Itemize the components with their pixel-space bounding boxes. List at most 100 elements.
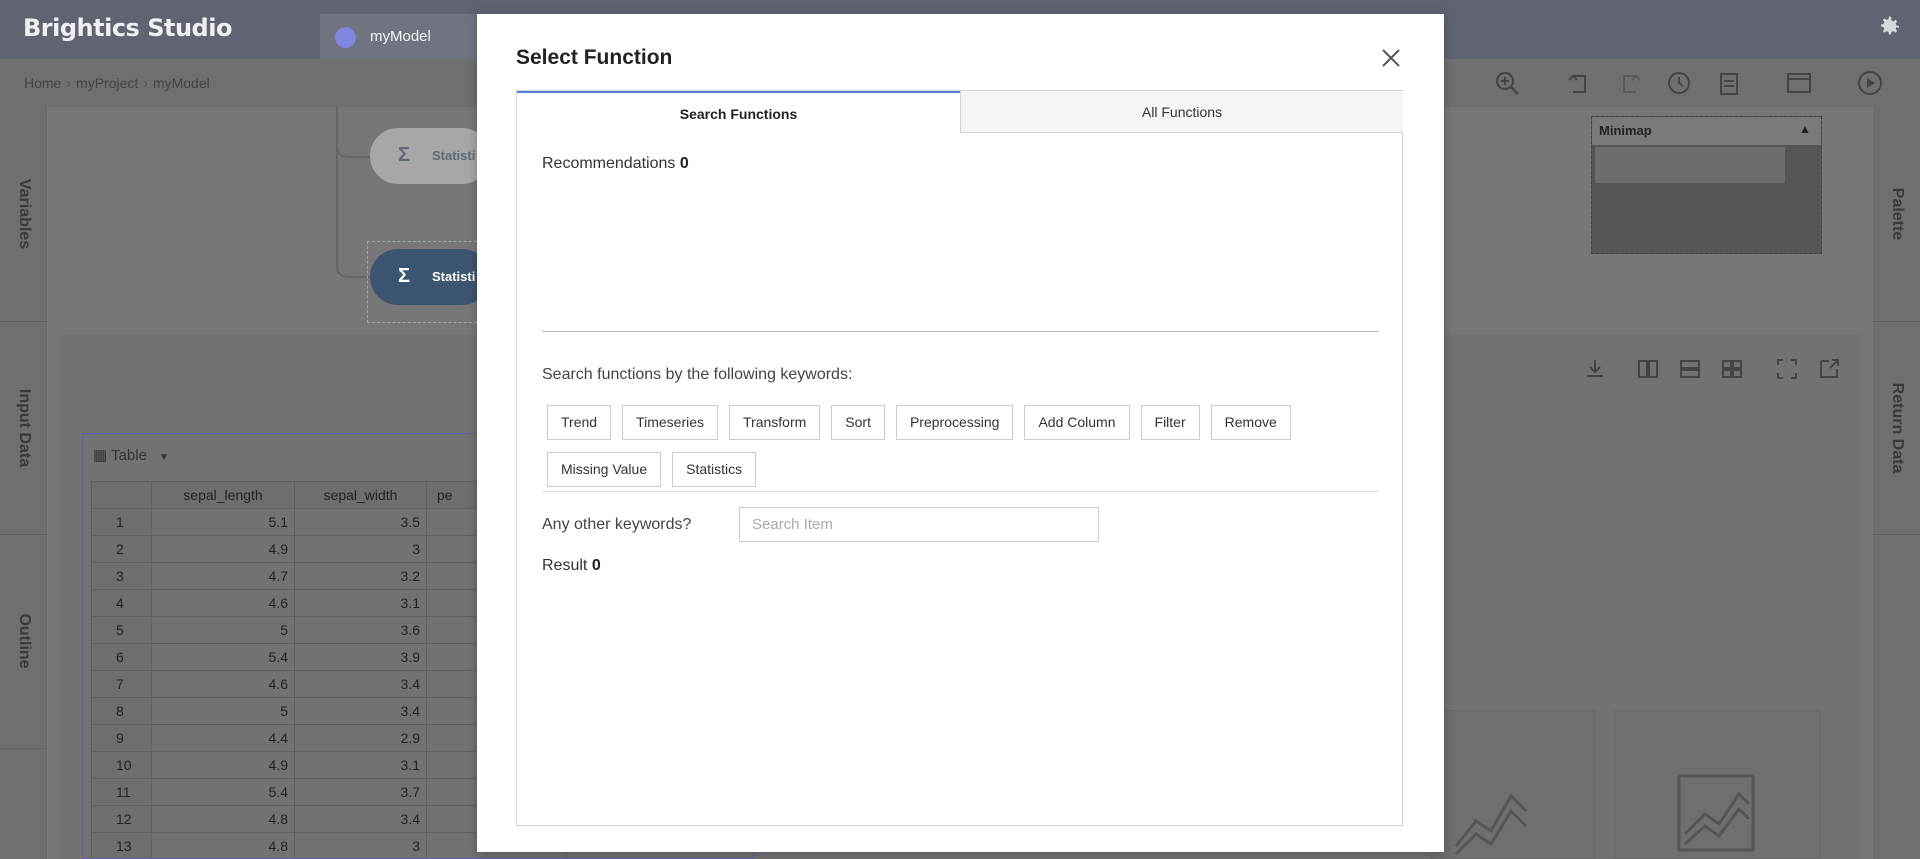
keyword-chip-trend[interactable]: Trend bbox=[547, 405, 612, 440]
table-cell: 3.6 bbox=[294, 616, 427, 644]
table-cell: 5.4 bbox=[151, 778, 295, 806]
line-chart-icon bbox=[1677, 774, 1755, 852]
table-cell: 3.1 bbox=[294, 589, 427, 617]
redo-icon[interactable] bbox=[1615, 68, 1645, 98]
dialog-title: Select Function bbox=[516, 46, 673, 69]
keyword-chip-missing-value[interactable]: Missing Value bbox=[547, 452, 662, 487]
table-cell: 4.8 bbox=[151, 832, 295, 858]
keyword-chip-remove[interactable]: Remove bbox=[1210, 405, 1291, 440]
breadcrumb-project[interactable]: myProject bbox=[76, 75, 138, 91]
model-icon bbox=[335, 27, 356, 48]
breadcrumb-model[interactable]: myModel bbox=[153, 75, 210, 91]
table-view-label: Table bbox=[111, 447, 147, 464]
row-index: 6 bbox=[91, 643, 152, 671]
table-cell: 3 bbox=[294, 832, 427, 858]
chevron-up-icon[interactable]: ▲ bbox=[1799, 122, 1811, 136]
table-header[interactable]: sepal_length bbox=[151, 481, 295, 509]
sidebar-tab-return-data[interactable]: Return Data bbox=[1873, 321, 1920, 534]
divider bbox=[1873, 534, 1920, 535]
function-node[interactable]: Σ Statisti bbox=[370, 128, 490, 184]
recommendations: Recommendations 0 bbox=[542, 155, 689, 173]
table-cell: 3.4 bbox=[294, 670, 427, 698]
clipboard-icon[interactable] bbox=[1714, 68, 1744, 98]
breadcrumb-home[interactable]: Home bbox=[24, 75, 61, 91]
table-cell: 3.9 bbox=[294, 643, 427, 671]
app-title: Brightics Studio bbox=[23, 14, 232, 42]
table-cell: 3.4 bbox=[294, 697, 427, 725]
undo-icon[interactable] bbox=[1564, 68, 1594, 98]
row-index: 10 bbox=[91, 751, 152, 779]
table-cell: 4.9 bbox=[151, 751, 295, 779]
close-icon[interactable] bbox=[1379, 46, 1403, 70]
row-index: 11 bbox=[91, 778, 152, 806]
keyword-chip-filter[interactable]: Filter bbox=[1140, 405, 1200, 440]
keyword-chip-transform[interactable]: Transform bbox=[729, 405, 821, 440]
sidebar-tab-label: Outline bbox=[15, 613, 33, 669]
keyword-chip-add-column[interactable]: Add Column bbox=[1024, 405, 1130, 440]
right-sidebar: Palette Return Data bbox=[1873, 107, 1920, 859]
keyword-chip-preprocessing[interactable]: Preprocessing bbox=[895, 405, 1014, 440]
keyword-chip-sort[interactable]: Sort bbox=[831, 405, 885, 440]
table-cell: 5 bbox=[151, 616, 295, 644]
minimap-title: Minimap bbox=[1599, 123, 1652, 138]
row-index: 4 bbox=[91, 589, 152, 617]
table-cell: 5 bbox=[151, 697, 295, 725]
result-count: 0 bbox=[591, 557, 601, 574]
sidebar-tab-label: Palette bbox=[1888, 187, 1906, 241]
minimap-viewport[interactable] bbox=[1595, 147, 1785, 183]
grid-icon[interactable] bbox=[1719, 356, 1745, 382]
gear-icon[interactable] bbox=[1876, 13, 1904, 41]
row-index: 8 bbox=[91, 697, 152, 725]
tab-all-functions[interactable]: All Functions bbox=[960, 91, 1403, 133]
zoom-in-icon[interactable] bbox=[1492, 68, 1522, 98]
row-index: 5 bbox=[91, 616, 152, 644]
sidebar-tab-outline[interactable]: Outline bbox=[0, 534, 47, 748]
table-cell: 4.6 bbox=[151, 670, 295, 698]
expand-icon[interactable] bbox=[1774, 356, 1800, 382]
table-cell: 3.1 bbox=[294, 751, 427, 779]
sidebar-tab-input-data[interactable]: Input Data bbox=[0, 321, 47, 534]
row-index: 2 bbox=[91, 535, 152, 563]
result-label: Result bbox=[542, 557, 588, 574]
table-cell: 4.8 bbox=[151, 805, 295, 833]
table-cell: 3.7 bbox=[294, 778, 427, 806]
history-icon[interactable] bbox=[1664, 68, 1694, 98]
split-horizontal-icon[interactable] bbox=[1677, 356, 1703, 382]
keyword-chip-statistics[interactable]: Statistics bbox=[672, 452, 757, 487]
search-input[interactable] bbox=[739, 507, 1099, 542]
run-icon[interactable] bbox=[1855, 68, 1885, 98]
dialog-body: Search Functions All Functions Recommend… bbox=[516, 90, 1403, 826]
minimap[interactable]: Minimap ▲ bbox=[1591, 116, 1822, 254]
chevron-right-icon: › bbox=[66, 75, 72, 91]
table-cell: 4.7 bbox=[151, 562, 295, 590]
sidebar-tab-variables[interactable]: Variables bbox=[0, 107, 47, 321]
divider bbox=[542, 491, 1379, 492]
table-header-index bbox=[91, 481, 152, 509]
tab-mymodel[interactable]: myModel bbox=[320, 14, 490, 59]
split-vertical-icon[interactable] bbox=[1635, 356, 1661, 382]
row-index: 1 bbox=[91, 508, 152, 536]
sigma-icon: Σ bbox=[398, 144, 411, 166]
tab-search-functions[interactable]: Search Functions bbox=[517, 91, 960, 133]
breadcrumb: Home › myProject › myModel bbox=[24, 75, 210, 91]
minimap-header: Minimap ▲ bbox=[1592, 117, 1821, 145]
keyword-chip-timeseries[interactable]: Timeseries bbox=[622, 405, 718, 440]
external-link-icon[interactable] bbox=[1816, 356, 1842, 382]
row-index: 7 bbox=[91, 670, 152, 698]
chart-card[interactable] bbox=[1614, 710, 1821, 859]
chart-card[interactable] bbox=[1430, 710, 1596, 859]
table-icon: ▦ bbox=[93, 447, 108, 464]
keywords-title: Search functions by the following keywor… bbox=[542, 366, 853, 383]
function-node-selected[interactable]: Σ Statisti bbox=[370, 249, 490, 305]
sidebar-tab-label: Input Data bbox=[15, 388, 33, 467]
sidebar-tab-palette[interactable]: Palette bbox=[1873, 107, 1920, 321]
table-cell: 3.5 bbox=[294, 508, 427, 536]
table-header[interactable]: sepal_width bbox=[294, 481, 427, 509]
table-view-selector[interactable]: ▦ Table ▼ bbox=[93, 446, 169, 464]
other-keywords-label: Any other keywords? bbox=[542, 516, 692, 533]
row-index: 12 bbox=[91, 805, 152, 833]
window-icon[interactable] bbox=[1784, 68, 1814, 98]
download-icon[interactable] bbox=[1582, 356, 1608, 382]
left-sidebar: Variables Input Data Outline bbox=[0, 107, 47, 859]
select-function-dialog: Select Function Search Functions All Fun… bbox=[477, 14, 1444, 852]
